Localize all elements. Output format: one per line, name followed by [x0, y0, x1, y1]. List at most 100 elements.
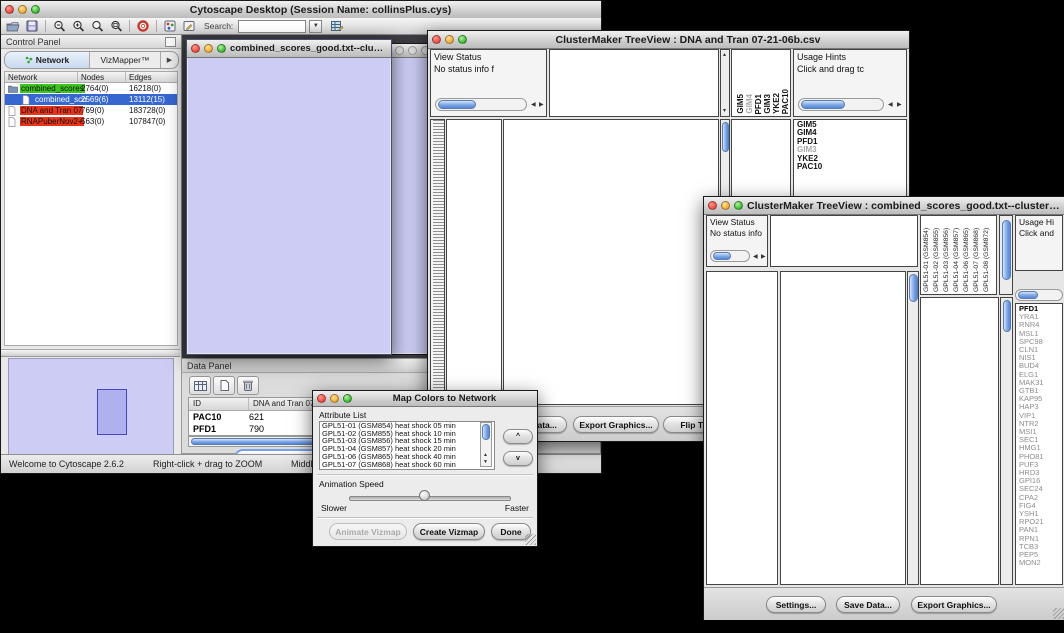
- minimize-button[interactable]: [721, 201, 730, 210]
- tv2-row-label[interactable]: BUD4: [1019, 362, 1062, 370]
- tv2-row-label[interactable]: SEC1: [1019, 436, 1062, 444]
- tv2-column-label[interactable]: GPL51-01 (GSM854): [923, 216, 930, 292]
- zoom-selected-icon[interactable]: [108, 19, 124, 33]
- tv1-export-graphics-button[interactable]: Export Graphics...: [573, 416, 659, 433]
- vizmapper-icon[interactable]: [162, 19, 178, 33]
- tv2-zoom-vscrollbar[interactable]: [1000, 297, 1013, 585]
- resize-grip[interactable]: [525, 534, 536, 545]
- tv2-row-label[interactable]: NIS1: [1019, 354, 1062, 362]
- tv2-row-label[interactable]: YSH1: [1019, 510, 1062, 518]
- tv2-row-label[interactable]: CPA2: [1019, 494, 1062, 502]
- animation-speed-slider[interactable]: [349, 496, 511, 501]
- attribute-table-icon[interactable]: [189, 376, 211, 395]
- network-row[interactable]: combined_scores2764(0)16218(0): [5, 83, 177, 94]
- tv1-row-label[interactable]: GIM3: [797, 146, 906, 154]
- network-window-title-bar[interactable]: combined_scores_good.txt--cluste...: [187, 40, 391, 58]
- tab-vizmapper[interactable]: VizMapper™: [90, 52, 161, 68]
- tv2-row-label[interactable]: YRA1: [1019, 313, 1062, 321]
- tv2-row-label[interactable]: PAN1: [1019, 526, 1062, 534]
- tv1-column-label[interactable]: GIM3: [763, 94, 772, 114]
- close-button[interactable]: [432, 35, 441, 44]
- search-dropdown-arrow-icon[interactable]: ▼: [309, 20, 322, 33]
- tv2-row-label[interactable]: GPI16: [1019, 477, 1062, 485]
- tv2-settings-button[interactable]: Settings...: [766, 596, 826, 613]
- tv2-labels-hscrollbar[interactable]: [1015, 289, 1063, 301]
- tab-network[interactable]: Network: [5, 52, 90, 68]
- tv1-row-label[interactable]: PFD1: [797, 138, 906, 146]
- network-row[interactable]: RNAPuberNov2+563(0)107847(0): [5, 116, 177, 127]
- scroll-up-icon[interactable]: ▲: [483, 452, 488, 458]
- table-edit-icon[interactable]: [329, 19, 345, 33]
- tv2-column-label[interactable]: GPL51-03 (GSM856): [943, 216, 950, 292]
- tv1-row-label[interactable]: GIM4: [797, 129, 906, 137]
- overview-viewport-rect[interactable]: [97, 389, 127, 435]
- tab-overflow-arrow[interactable]: ▶: [161, 52, 178, 68]
- tv1-row-dendrogram[interactable]: [446, 119, 502, 405]
- attribute-list-item[interactable]: GPL51-07 (GSM868) heat shock 60 min: [320, 461, 494, 469]
- main-title-bar[interactable]: Cytoscape Desktop (Session Name: collins…: [1, 1, 601, 19]
- tv2-row-label[interactable]: VIP1: [1019, 412, 1062, 420]
- tv2-row-label[interactable]: NTR2: [1019, 420, 1062, 428]
- resize-grip[interactable]: [1053, 608, 1064, 619]
- network-canvas-area[interactable]: [188, 58, 390, 353]
- minimize-button[interactable]: [18, 5, 27, 14]
- tv2-row-label[interactable]: RPO21: [1019, 518, 1062, 526]
- tv1-row-label[interactable]: YKE2: [797, 155, 906, 163]
- tv2-row-label[interactable]: TCB3: [1019, 543, 1062, 551]
- tv2-row-label[interactable]: RNR4: [1019, 321, 1062, 329]
- control-panel-float-icon[interactable]: [165, 37, 176, 47]
- close-button[interactable]: [5, 5, 14, 14]
- tv2-column-dendrogram[interactable]: [770, 215, 918, 267]
- open-folder-icon[interactable]: [5, 19, 21, 33]
- tv2-column-label[interactable]: GPL51-07 (GSM868): [973, 216, 980, 292]
- tv2-row-dendrogram[interactable]: [706, 271, 778, 585]
- dialog-title-bar[interactable]: Map Colors to Network: [313, 391, 537, 407]
- zoom-in-icon[interactable]: [70, 19, 86, 33]
- tv2-row-label[interactable]: FIG4: [1019, 502, 1062, 510]
- tv1-column-label[interactable]: PAC10: [781, 89, 790, 114]
- tv1-column-label[interactable]: YKE2: [772, 93, 781, 114]
- tv1-column-label[interactable]: PFD1: [754, 94, 763, 114]
- attribute-list[interactable]: GPL51-01 (GSM854) heat shock 05 minGPL51…: [319, 421, 495, 470]
- tv2-heatmap-vscrollbar[interactable]: [907, 271, 919, 585]
- zoom-button[interactable]: [734, 201, 743, 210]
- close-button[interactable]: [395, 46, 404, 55]
- scroll-left-icon[interactable]: ◀: [888, 102, 893, 108]
- scroll-right-icon[interactable]: ▶: [539, 102, 544, 108]
- tv2-column-label[interactable]: GPL51-08 (GSM872): [983, 216, 990, 292]
- treeview2-title-bar[interactable]: ClusterMaker TreeView : combined_scores_…: [704, 197, 1064, 215]
- tv2-save-data-button[interactable]: Save Data...: [836, 596, 900, 613]
- network-row[interactable]: DNA and Tran 07769(0)183728(0): [5, 105, 177, 116]
- tv2-row-label[interactable]: ELG1: [1019, 371, 1062, 379]
- tv2-row-label[interactable]: PFD1: [1019, 305, 1062, 313]
- tv2-row-label[interactable]: PHO81: [1019, 453, 1062, 461]
- scroll-right-icon[interactable]: ▶: [761, 254, 766, 260]
- tv1-column-dendrogram[interactable]: [549, 49, 719, 117]
- tv1-status-hscrollbar[interactable]: [435, 98, 527, 111]
- minimize-button[interactable]: [408, 46, 417, 55]
- annotation-icon[interactable]: [181, 19, 197, 33]
- tv2-row-label[interactable]: SEC24: [1019, 485, 1062, 493]
- tv2-status-hscrollbar[interactable]: [710, 250, 750, 262]
- minimize-button[interactable]: [330, 394, 339, 403]
- search-input[interactable]: [238, 20, 306, 33]
- zoom-out-icon[interactable]: [51, 19, 67, 33]
- scroll-right-icon[interactable]: ▶: [897, 102, 902, 108]
- scroll-left-icon[interactable]: ◀: [531, 102, 536, 108]
- tv2-row-label[interactable]: MSL1: [1019, 330, 1062, 338]
- tv2-row-label[interactable]: CLN1: [1019, 346, 1062, 354]
- new-attribute-icon[interactable]: [213, 376, 235, 395]
- control-panel-divider[interactable]: [1, 349, 180, 357]
- tv2-row-label[interactable]: RPN1: [1019, 535, 1062, 543]
- animate-vizmap-button[interactable]: Animate Vizmap: [329, 523, 407, 540]
- zoom-fit-icon[interactable]: [89, 19, 105, 33]
- window-controls[interactable]: [5, 5, 40, 14]
- tv1-row-label[interactable]: GIM5: [797, 121, 906, 129]
- tv2-export-graphics-button[interactable]: Export Graphics...: [911, 596, 997, 613]
- zoom-button[interactable]: [343, 394, 352, 403]
- save-icon[interactable]: [24, 19, 40, 33]
- close-button[interactable]: [191, 44, 200, 53]
- tv2-zoom-heatmap[interactable]: [920, 297, 999, 585]
- scroll-left-icon[interactable]: ◀: [753, 254, 758, 260]
- tv2-row-label[interactable]: GTB1: [1019, 387, 1062, 395]
